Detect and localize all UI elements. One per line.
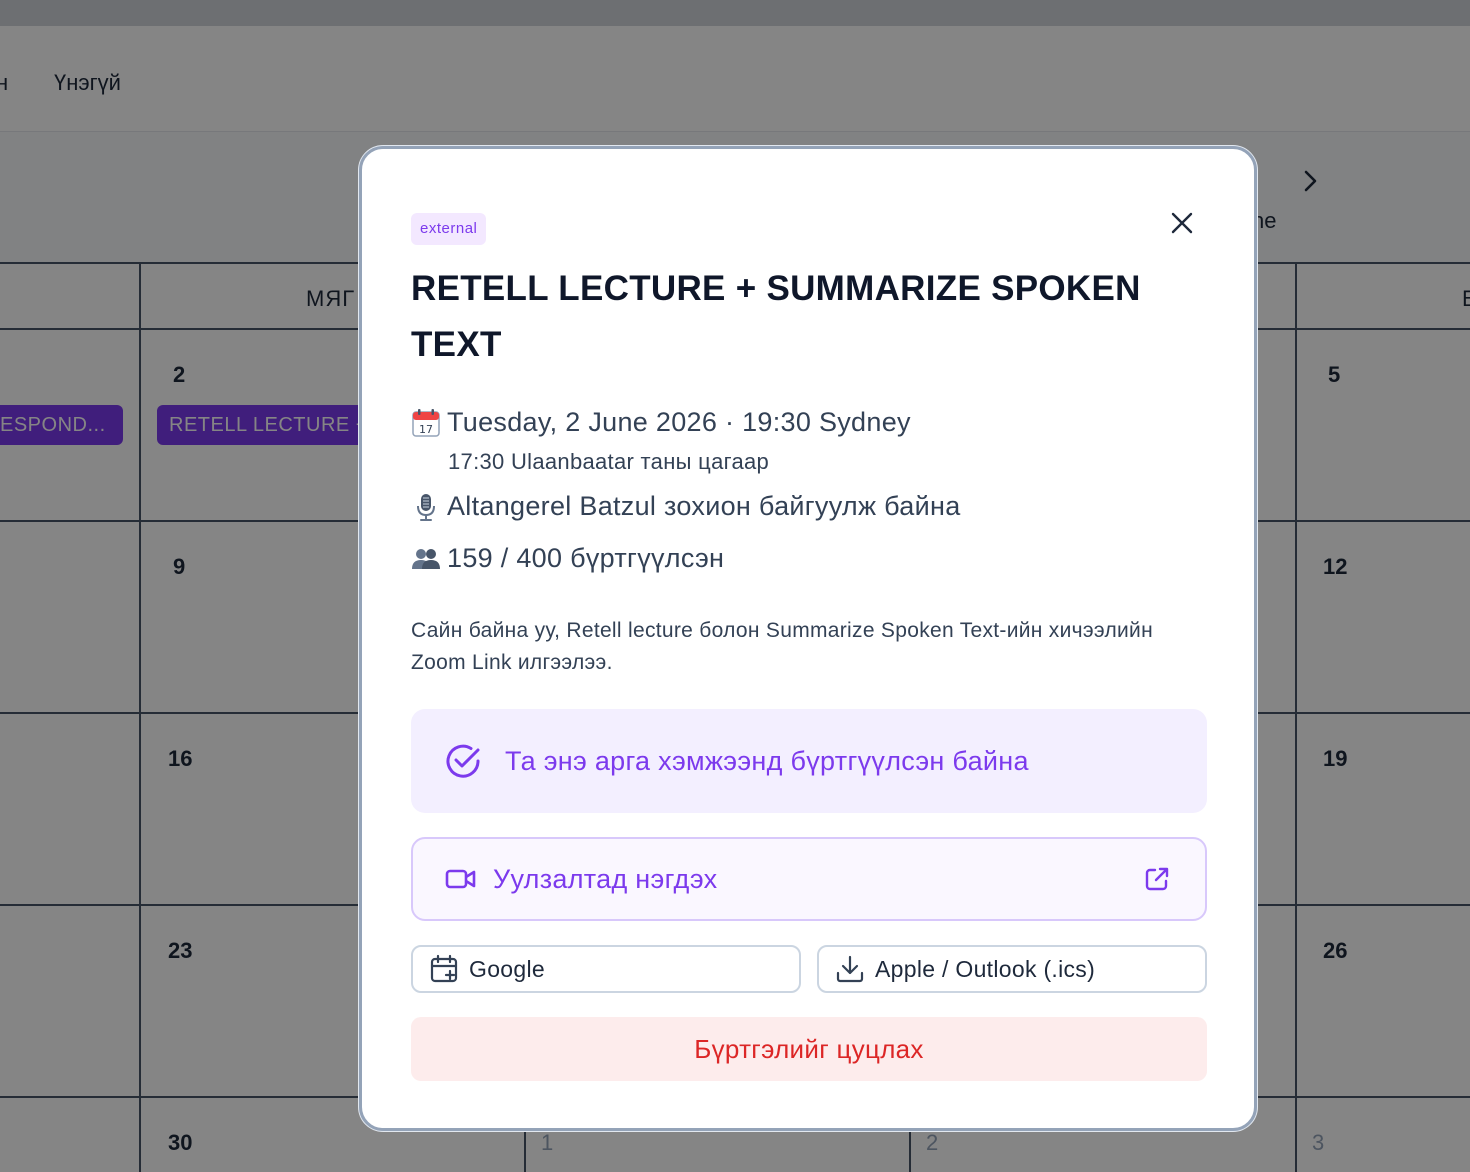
close-icon	[1171, 212, 1193, 234]
event-host-row: Altangerel Batzul зохион байгуулж байна	[411, 491, 961, 522]
google-calendar-label: Google	[469, 955, 545, 982]
calendar-plus-icon	[430, 954, 458, 983]
add-to-google-calendar-button[interactable]: Google	[411, 945, 801, 993]
svg-text:17: 17	[419, 423, 433, 436]
microphone-emoji-icon	[411, 492, 441, 522]
ics-download-label: Apple / Outlook (.ics)	[875, 955, 1096, 982]
event-source-badge: external	[411, 213, 487, 245]
event-registrations-row: 159 / 400 бүртгүүлсэн	[411, 543, 724, 574]
event-local-time: 17:30 Ulaanbaatar таны цагаар	[448, 449, 770, 474]
event-description: Сайн байна уу, Retell lecture болон Summ…	[411, 619, 1153, 674]
download-ics-button[interactable]: Apple / Outlook (.ics)	[817, 945, 1207, 993]
event-date: Tuesday, 2 June 2026 · 19:30 Sydney	[447, 407, 911, 437]
external-link-icon	[1143, 865, 1171, 898]
download-icon	[836, 955, 864, 983]
close-button[interactable]	[1162, 203, 1202, 243]
check-circle-icon	[446, 744, 480, 778]
registered-notice-text: Та энэ арга хэмжээнд бүртгүүлсэн байна	[505, 745, 1029, 776]
join-meeting-button[interactable]: Уулзалтад нэгдэх	[411, 837, 1207, 921]
cancel-registration-button[interactable]: Бүртгэлийг цуцлах	[411, 1017, 1207, 1081]
video-camera-icon	[445, 869, 476, 889]
event-host: Altangerel Batzul зохион байгуулж байна	[447, 491, 961, 521]
people-emoji-icon	[411, 544, 441, 574]
event-detail-modal: external RETELL LECTURE + SUMMARIZE SPOK…	[359, 146, 1257, 1131]
registered-notice: Та энэ арга хэмжээнд бүртгүүлсэн байна	[411, 709, 1207, 813]
event-title: RETELL LECTURE + SUMMARIZE SPOKEN TEXT	[411, 269, 1141, 364]
event-registration-count: 159 / 400 бүртгүүлсэн	[447, 543, 725, 573]
cancel-registration-label: Бүртгэлийг цуцлах	[694, 1033, 924, 1064]
event-date-row: 17 Tuesday, 2 June 2026 · 19:30 Sydney	[411, 407, 911, 438]
join-meeting-label: Уулзалтад нэгдэх	[493, 863, 718, 894]
calendar-emoji-icon: 17	[411, 408, 441, 438]
